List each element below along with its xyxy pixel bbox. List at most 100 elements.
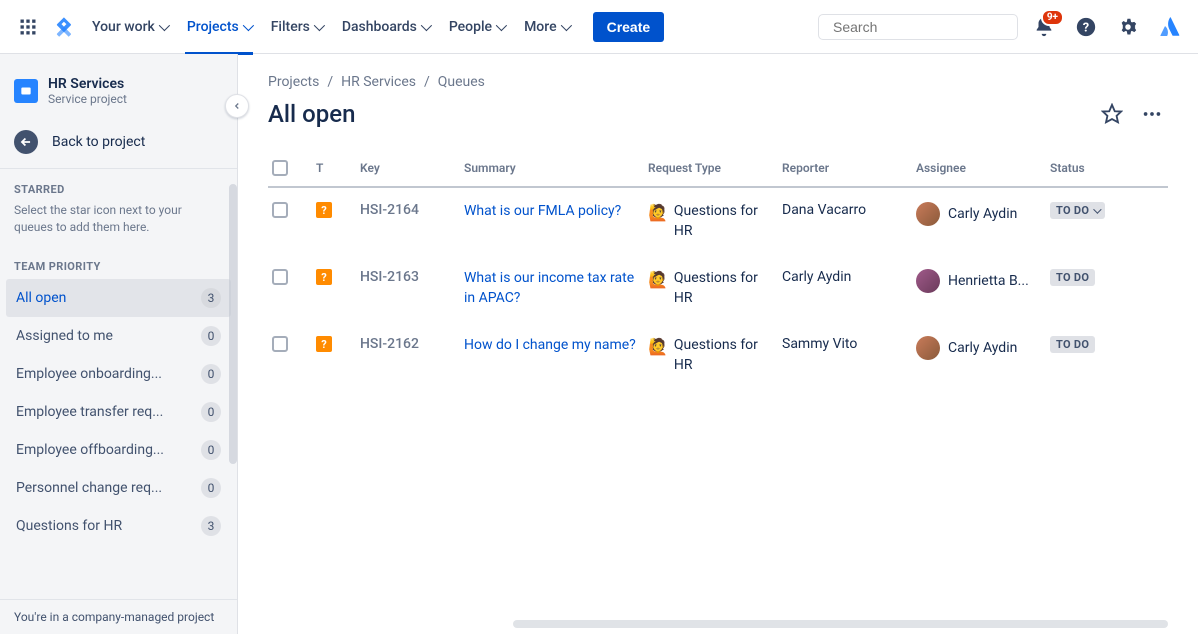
breadcrumb: Projects / HR Services / Queues (268, 74, 1168, 90)
settings-icon[interactable] (1112, 11, 1144, 43)
chevron-down-icon (1093, 205, 1101, 213)
project-title: HR Services (48, 76, 127, 92)
row-checkbox[interactable] (272, 202, 288, 218)
issue-summary[interactable]: How do I change my name? (464, 336, 644, 356)
queue-count: 3 (201, 516, 221, 536)
issue-summary[interactable]: What is our FMLA policy? (464, 202, 644, 222)
row-checkbox[interactable] (272, 336, 288, 352)
avatar (916, 269, 940, 293)
queue-count: 0 (201, 478, 221, 498)
chevron-down-icon (496, 19, 507, 30)
assignee[interactable]: Carly Aydin (916, 202, 1046, 226)
queue-item[interactable]: Employee onboarding...0 (6, 355, 231, 393)
assignee[interactable]: Henrietta B... (916, 269, 1046, 293)
queue-count: 0 (201, 326, 221, 346)
table-row: ? HSI-2163What is our income tax rate in … (268, 255, 1168, 322)
queue-count: 0 (201, 364, 221, 384)
col-summary[interactable]: Summary (464, 161, 644, 175)
back-arrow-icon (14, 130, 38, 154)
back-label: Back to project (52, 134, 145, 150)
queue-label: Assigned to me (16, 328, 113, 344)
row-checkbox[interactable] (272, 269, 288, 285)
issue-key[interactable]: HSI-2163 (360, 269, 460, 285)
nav-filters[interactable]: Filters (263, 13, 330, 41)
queue-label: Employee offboarding... (16, 442, 164, 458)
status-lozenge[interactable]: TO DO (1050, 202, 1105, 219)
assignee[interactable]: Carly Aydin (916, 336, 1046, 360)
col-request-type[interactable]: Request Type (648, 161, 778, 175)
more-actions-icon[interactable] (1136, 98, 1168, 130)
nav-projects[interactable]: Projects (179, 13, 259, 41)
atlassian-icon[interactable] (1154, 11, 1186, 43)
chevron-down-icon (242, 19, 253, 30)
request-type-icon: 🙋 (648, 269, 668, 291)
sidebar-scrollbar[interactable] (229, 184, 237, 464)
avatar (916, 202, 940, 226)
queue-label: Personnel change req... (16, 480, 162, 496)
issue-type-icon: ? (316, 202, 332, 218)
table-row: ?HSI-2162How do I change my name?🙋Questi… (268, 322, 1168, 389)
breadcrumb-queues[interactable]: Queues (438, 74, 485, 90)
star-icon[interactable] (1096, 98, 1128, 130)
col-reporter[interactable]: Reporter (782, 161, 912, 175)
queue-label: All open (16, 290, 66, 306)
queue-count: 3 (201, 288, 221, 308)
chevron-down-icon (314, 19, 325, 30)
col-type[interactable]: T (316, 161, 356, 175)
table-row: ?HSI-2164What is our FMLA policy?🙋Questi… (268, 188, 1168, 255)
queue-label: Employee transfer req... (16, 404, 163, 420)
queue-item[interactable]: Assigned to me 0 (6, 317, 231, 355)
create-button[interactable]: Create (593, 12, 665, 42)
col-key[interactable]: Key (360, 161, 460, 175)
project-icon (14, 79, 38, 103)
reporter[interactable]: Sammy Vito (782, 336, 912, 352)
queue-item[interactable]: Employee offboarding... 0 (6, 431, 231, 469)
nav-your-work[interactable]: Your work (84, 13, 175, 41)
status-lozenge[interactable]: TO DO (1050, 269, 1095, 286)
notifications-icon[interactable]: 9+ (1028, 11, 1060, 43)
nav-people[interactable]: People (441, 13, 512, 41)
issue-key[interactable]: HSI-2164 (360, 202, 460, 218)
back-to-project[interactable]: Back to project (0, 120, 237, 168)
queue-label: Questions for HR (16, 518, 122, 534)
chevron-down-icon (421, 19, 432, 30)
request-type-icon: 🙋 (648, 202, 668, 224)
queue-item[interactable]: Employee transfer req... 0 (6, 393, 231, 431)
col-status[interactable]: Status (1050, 161, 1160, 175)
notification-badge: 9+ (1041, 9, 1064, 26)
search-input[interactable] (833, 19, 1014, 35)
chevron-down-icon (159, 19, 170, 30)
status-lozenge[interactable]: TO DO (1050, 336, 1095, 353)
chevron-down-icon (560, 19, 571, 30)
starred-section-label: STARRED (0, 169, 237, 202)
queue-count: 0 (201, 440, 221, 460)
queue-table: T Key Summary Request Type Reporter Assi… (268, 150, 1168, 390)
select-all-checkbox[interactable] (272, 160, 288, 176)
issue-key[interactable]: HSI-2162 (360, 336, 460, 352)
queue-count: 0 (201, 402, 221, 422)
queue-item[interactable]: All open 3 (6, 279, 231, 317)
help-icon[interactable]: ? (1070, 11, 1102, 43)
main-content: Projects / HR Services / Queues All open… (238, 54, 1198, 634)
queue-item[interactable]: Questions for HR 3 (6, 507, 231, 545)
col-assignee[interactable]: Assignee (916, 161, 1046, 175)
app-switcher-icon[interactable] (12, 11, 44, 43)
reporter[interactable]: Dana Vacarro (782, 202, 912, 218)
breadcrumb-hr-services[interactable]: HR Services (341, 74, 416, 90)
reporter[interactable]: Carly Aydin (782, 269, 912, 285)
nav-dashboards[interactable]: Dashboards (334, 13, 437, 41)
jira-logo-icon[interactable] (48, 11, 80, 43)
horizontal-scrollbar[interactable] (513, 620, 1168, 628)
search-box[interactable] (818, 14, 1018, 40)
top-nav: Your work Projects Filters Dashboards Pe… (0, 0, 1198, 54)
table-header: T Key Summary Request Type Reporter Assi… (268, 150, 1168, 188)
breadcrumb-projects[interactable]: Projects (268, 74, 319, 90)
queue-item[interactable]: Personnel change req... 0 (6, 469, 231, 507)
request-type-icon: 🙋 (648, 336, 668, 358)
issue-summary[interactable]: What is our income tax rate in APAC? (464, 269, 644, 308)
issue-type-icon: ? (316, 269, 332, 285)
nav-more[interactable]: More (516, 13, 577, 41)
starred-help-text: Select the star icon next to your queues… (0, 202, 237, 246)
svg-text:?: ? (1083, 20, 1089, 35)
sidebar: HR Services Service project Back to proj… (0, 54, 238, 634)
